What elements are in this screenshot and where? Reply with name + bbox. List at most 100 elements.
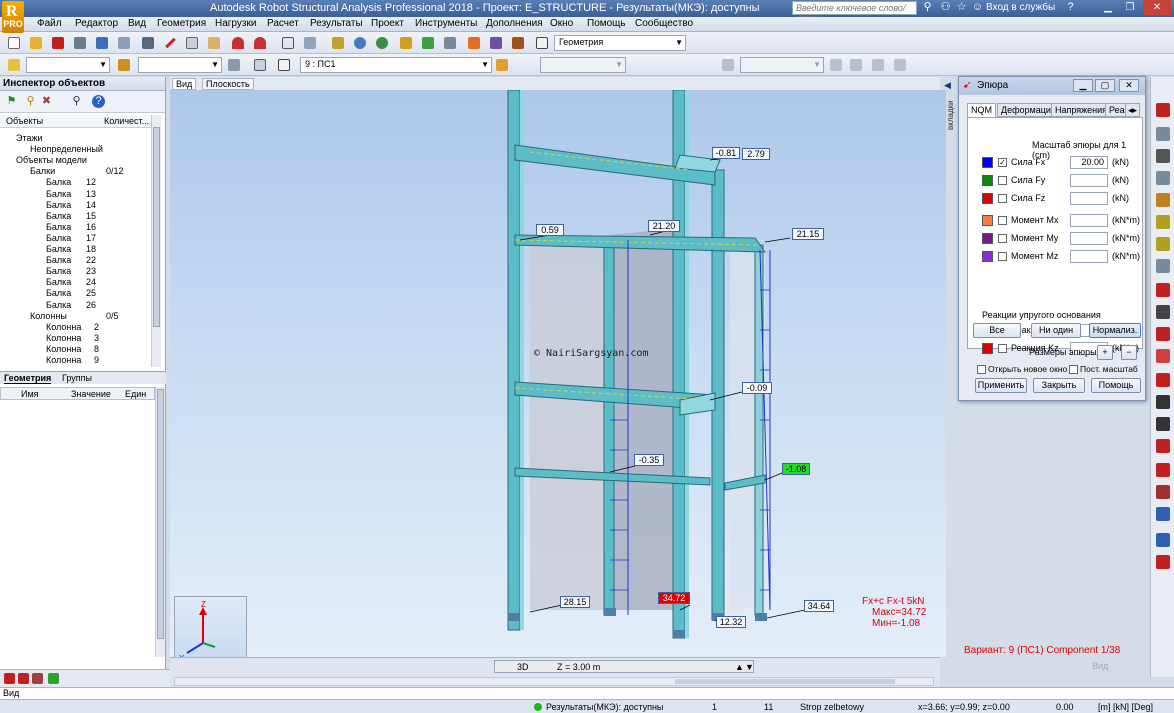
rt-icon-20[interactable] (1156, 533, 1170, 547)
tree-item[interactable]: Колонна 9 (0, 355, 150, 366)
menu-edit[interactable]: Редактор (75, 18, 118, 29)
menu-window[interactable]: Окно (550, 18, 573, 29)
book-icon[interactable] (94, 35, 110, 51)
help-icon[interactable]: ? (92, 95, 105, 108)
units-display[interactable]: [m] [kN] [Deg] (1098, 702, 1153, 712)
node-select-icon[interactable] (6, 57, 22, 73)
tab-plane[interactable]: Плоскость (202, 78, 254, 90)
menu-view[interactable]: Вид (128, 18, 146, 29)
nodes-icon[interactable] (398, 35, 414, 51)
rt-icon-4[interactable] (1156, 171, 1170, 185)
scale-input[interactable] (1070, 232, 1108, 245)
preview-icon[interactable] (116, 35, 132, 51)
apply-button[interactable]: Применить (975, 378, 1027, 393)
tb-icon-b[interactable] (848, 57, 864, 73)
rt-icon-9[interactable] (1156, 283, 1170, 297)
rt-icon-6[interactable] (1156, 215, 1170, 229)
none-button[interactable]: Ни один (1031, 323, 1081, 338)
rt-icon-16[interactable] (1156, 439, 1170, 453)
reaction-checkbox[interactable] (998, 344, 1007, 353)
col-objects[interactable]: Объекты (6, 116, 43, 126)
tree-item[interactable]: Балка 25 (0, 288, 150, 299)
rt-icon-14[interactable] (1156, 395, 1170, 409)
rt-icon-8[interactable] (1156, 259, 1170, 273)
all-button[interactable]: Все (973, 323, 1021, 338)
z-level[interactable]: Z = 3.00 m (557, 662, 600, 672)
filter-icon[interactable]: ⚲ (24, 95, 37, 108)
zoom-icon[interactable] (352, 35, 368, 51)
undo-icon[interactable] (230, 35, 246, 51)
scale-input[interactable]: 20.00 (1070, 156, 1108, 169)
redo-icon[interactable] (252, 35, 268, 51)
dialog-maximize-button[interactable]: ▢ (1095, 79, 1115, 92)
dialog-minimize-button[interactable]: ▁ (1073, 79, 1093, 92)
filter-clear-icon[interactable]: ✖ (40, 95, 53, 108)
close-button[interactable]: ✕ (1143, 0, 1171, 15)
mode-combo[interactable]: ▼ (540, 57, 626, 73)
command-line[interactable]: Вид (0, 687, 1174, 699)
node-selection-combo[interactable]: ▼ (26, 57, 110, 73)
rt-icon-11[interactable] (1156, 327, 1170, 341)
home-icon[interactable] (252, 57, 268, 73)
scale-input[interactable] (1070, 250, 1108, 263)
tree-item[interactable]: Балка 24 (0, 277, 150, 288)
rt-icon-18[interactable] (1156, 485, 1170, 499)
menu-analysis[interactable]: Расчет (267, 18, 299, 29)
load-icon[interactable] (494, 57, 510, 73)
tree-item[interactable]: Балка 16 (0, 222, 150, 233)
tabs-scroll-icon[interactable]: ◂▸ (1125, 103, 1141, 117)
print-icon[interactable] (72, 35, 88, 51)
tree-item[interactable]: Балка 22 (0, 255, 150, 266)
bar-selection-combo[interactable]: ▼ (138, 57, 222, 73)
layout-select-icon[interactable] (534, 35, 550, 51)
delete-icon[interactable] (162, 35, 178, 51)
col-value[interactable]: Значение (71, 389, 111, 399)
rt-icon-2[interactable] (1156, 127, 1170, 141)
bt-icon-4[interactable] (48, 673, 59, 684)
bar-select-icon[interactable] (116, 57, 132, 73)
tree-item[interactable]: Балка 18 (0, 244, 150, 255)
tab-view[interactable]: Вид (172, 78, 197, 90)
normalize-button[interactable]: Нормализ. (1089, 323, 1141, 338)
tab-nqm[interactable]: NQM (967, 103, 996, 117)
help-icon[interactable]: ? (1064, 1, 1077, 14)
color-swatch[interactable] (982, 157, 993, 168)
structure-icon[interactable] (420, 35, 436, 51)
save-icon[interactable] (50, 35, 66, 51)
table-icon[interactable] (280, 35, 296, 51)
calc-icon[interactable] (466, 35, 482, 51)
color-swatch[interactable] (982, 215, 993, 226)
tree-item[interactable]: Балка 23 (0, 266, 150, 277)
tree-item[interactable]: Балка 13 (0, 189, 150, 200)
tab-geometry[interactable]: Геометрия (4, 373, 52, 384)
tb-icon-d[interactable] (892, 57, 908, 73)
color-swatch[interactable] (982, 175, 993, 186)
supports-icon[interactable] (442, 35, 458, 51)
menu-tools[interactable]: Инструменты (415, 18, 477, 29)
new-icon[interactable] (6, 35, 22, 51)
screenshot-icon[interactable] (140, 35, 156, 51)
col-count[interactable]: Количест... (104, 116, 149, 126)
help-button[interactable]: Помощь (1091, 378, 1141, 393)
col-unit[interactable]: Един (125, 389, 146, 399)
color-swatch[interactable] (982, 193, 993, 204)
tree-item[interactable]: Колонна 2 (0, 322, 150, 333)
tb-icon-c[interactable] (870, 57, 886, 73)
calc2-icon[interactable] (488, 35, 504, 51)
force-checkbox[interactable] (998, 234, 1007, 243)
rt-icon-5[interactable] (1156, 193, 1170, 207)
scale-input[interactable] (1070, 214, 1108, 227)
level-down-icon[interactable]: ▼ (745, 662, 754, 672)
menu-results[interactable]: Результаты (310, 18, 363, 29)
tree-icon[interactable]: ⚑ (5, 95, 18, 108)
lock-icon[interactable] (330, 35, 346, 51)
menu-help[interactable]: Помощь (587, 18, 626, 29)
open-icon[interactable] (28, 35, 44, 51)
rt-icon-3[interactable] (1156, 149, 1170, 163)
properties-scrollbar[interactable] (155, 387, 165, 657)
view-hscrollbar[interactable] (174, 677, 934, 686)
login-menu[interactable]: Вход в службы (986, 2, 1055, 13)
bt-icon-3[interactable] (32, 673, 43, 684)
menu-geometry[interactable]: Геометрия (157, 18, 206, 29)
color-swatch[interactable] (982, 233, 993, 244)
